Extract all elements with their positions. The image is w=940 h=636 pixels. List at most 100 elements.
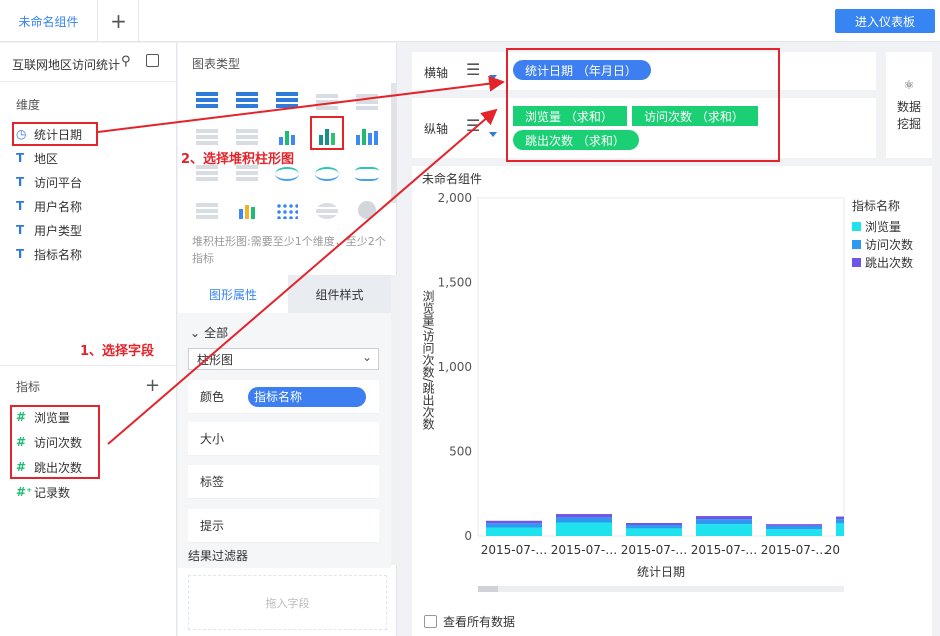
radar-chart-icon[interactable]: [354, 159, 380, 181]
x-tick-label: 2015-07-…: [761, 543, 827, 557]
all-label: 全部: [204, 326, 229, 340]
y-tick-label: 1,500: [438, 276, 472, 290]
legend-item[interactable]: 跳出次数: [852, 254, 913, 271]
field-label: 用户名称: [34, 199, 83, 214]
bar-segment: [556, 522, 612, 536]
search-icon[interactable]: ⚲: [121, 54, 131, 69]
scrollbar[interactable]: [391, 275, 397, 565]
caret-down-icon[interactable]: [489, 132, 497, 137]
chart-type-panel: 图表类型 堆积柱形图:需要至少1个维度，至少2个指标 图形属性 组件样式 ⌄ 全…: [178, 43, 397, 636]
x-tick-label: 2015-07-…: [551, 543, 617, 557]
text-type-icon: T: [16, 223, 25, 237]
scatter-chart-icon[interactable]: [274, 197, 300, 219]
chevron-down-icon: ⌄: [190, 325, 201, 340]
metric-section-label: 指标: [16, 380, 41, 394]
y-axis-icon[interactable]: ☰: [466, 116, 480, 135]
group-table-icon[interactable]: [234, 88, 260, 110]
annotation-step2: 2、选择堆积柱形图: [181, 152, 295, 167]
cross-table-icon[interactable]: [274, 88, 300, 110]
chart-type-hint: 堆积柱形图:需要至少1个维度，至少2个指标: [192, 235, 386, 265]
detail-table-icon[interactable]: [354, 88, 380, 110]
bubble-chart-icon[interactable]: [314, 197, 340, 219]
line-chart-icon[interactable]: [314, 159, 340, 181]
tab-component-style[interactable]: 组件样式: [288, 275, 391, 313]
show-all-data-checkbox[interactable]: 查看所有数据: [424, 613, 515, 630]
y-tick-label: 2,000: [438, 191, 472, 205]
table-chart-icon[interactable]: [194, 88, 220, 110]
dimension-field-metric-name[interactable]: T 指标名称: [16, 243, 82, 265]
dimension-field-username[interactable]: T 用户名称: [16, 195, 82, 217]
data-mining-icon: ⚛: [903, 78, 915, 92]
bar-segment: [486, 520, 542, 524]
dataset-title: 互联网地区访问统计: [12, 58, 121, 72]
top-bar: 未命名组件 + 进入仪表板: [0, 0, 940, 42]
x-tick-label: 20: [825, 543, 840, 557]
all-series-toggle[interactable]: ⌄ 全部: [190, 324, 228, 341]
scrollbar[interactable]: [391, 83, 397, 203]
tooltip-label: 提示: [200, 519, 225, 533]
bar-segment: [836, 523, 844, 536]
tab-graph-properties[interactable]: 图形属性: [178, 275, 288, 313]
show-all-label: 查看所有数据: [443, 615, 516, 629]
date-field-highlight-box: [12, 122, 98, 146]
legend-label: 访问次数: [865, 238, 914, 252]
select-value: 柱形图: [197, 352, 234, 367]
dot-table-icon[interactable]: [194, 123, 220, 145]
pie-chart-icon[interactable]: [354, 197, 380, 219]
legend-swatch: [852, 222, 861, 231]
text-type-icon: T: [16, 151, 25, 165]
heat-grid-icon[interactable]: [234, 123, 260, 145]
bar-segment: [766, 525, 822, 530]
dimension-field-region[interactable]: T 地区: [16, 147, 58, 169]
x-axis-icon[interactable]: ☰: [466, 60, 480, 79]
x-axis-label: 横轴: [424, 66, 449, 80]
bar-segment: [766, 524, 822, 526]
bar-segment: [696, 524, 752, 536]
add-tab-button[interactable]: +: [99, 0, 139, 42]
legend-item[interactable]: 访问次数: [852, 236, 913, 253]
add-metric-icon[interactable]: +: [145, 375, 160, 396]
kpi-card-icon[interactable]: [314, 88, 340, 110]
color-field-pill[interactable]: 指标名称: [248, 386, 367, 407]
dimension-field-platform[interactable]: T 访问平台: [16, 171, 82, 193]
legend-item[interactable]: 浏览量: [852, 218, 901, 235]
scrollbar-thumb[interactable]: [478, 586, 498, 592]
field-label: 指标名称: [34, 247, 83, 262]
color-label: 颜色: [200, 390, 225, 404]
bar-segment: [696, 516, 752, 520]
switch-dataset-icon[interactable]: [146, 54, 159, 67]
label-property[interactable]: 标签: [188, 465, 379, 499]
caret-down-icon[interactable]: [489, 75, 497, 80]
area-chart-icon[interactable]: [194, 197, 220, 219]
chart-type-select[interactable]: 柱形图 ⌄: [188, 348, 379, 370]
tab-unnamed-component[interactable]: 未命名组件: [0, 0, 98, 42]
bar-segment: [836, 516, 844, 520]
metric-field-record-count[interactable]: #⁺ 记录数: [16, 481, 70, 503]
horizontal-scrollbar[interactable]: [478, 586, 844, 592]
chart-card: 未命名组件 0 500 1,000 1,500 2,000 浏览量/访问次数/跳出次数 20…: [412, 166, 932, 636]
checkbox[interactable]: [424, 615, 437, 628]
color-property[interactable]: 颜色 指标名称: [188, 380, 379, 414]
bar-segment: [626, 525, 682, 529]
combo-chart-icon[interactable]: [234, 197, 260, 219]
text-type-icon: T: [16, 199, 25, 213]
bar-segment: [486, 523, 542, 528]
label-label: 标签: [200, 475, 225, 489]
bar-chart-icon[interactable]: [354, 123, 380, 145]
filter-drop-area[interactable]: 拖入字段: [188, 575, 387, 630]
data-mining-button[interactable]: ⚛ 数据 挖掘: [886, 52, 932, 158]
field-label: 记录数: [34, 485, 71, 500]
x-tick-label: 2015-07-…: [621, 543, 687, 557]
size-label: 大小: [200, 432, 225, 446]
y-axis-label: 纵轴: [424, 122, 449, 136]
size-property[interactable]: 大小: [188, 422, 379, 456]
legend-title: 指标名称: [852, 199, 901, 213]
tooltip-property[interactable]: 提示: [188, 509, 379, 543]
record-count-icon: #⁺: [16, 485, 33, 499]
property-tabs: 图形属性 组件样式: [178, 275, 397, 313]
grouped-bar-icon[interactable]: [274, 123, 300, 145]
dimension-field-usertype[interactable]: T 用户类型: [16, 219, 82, 241]
legend-swatch: [852, 240, 861, 249]
bar-segment: [626, 522, 682, 526]
enter-dashboard-button[interactable]: 进入仪表板: [835, 9, 935, 33]
